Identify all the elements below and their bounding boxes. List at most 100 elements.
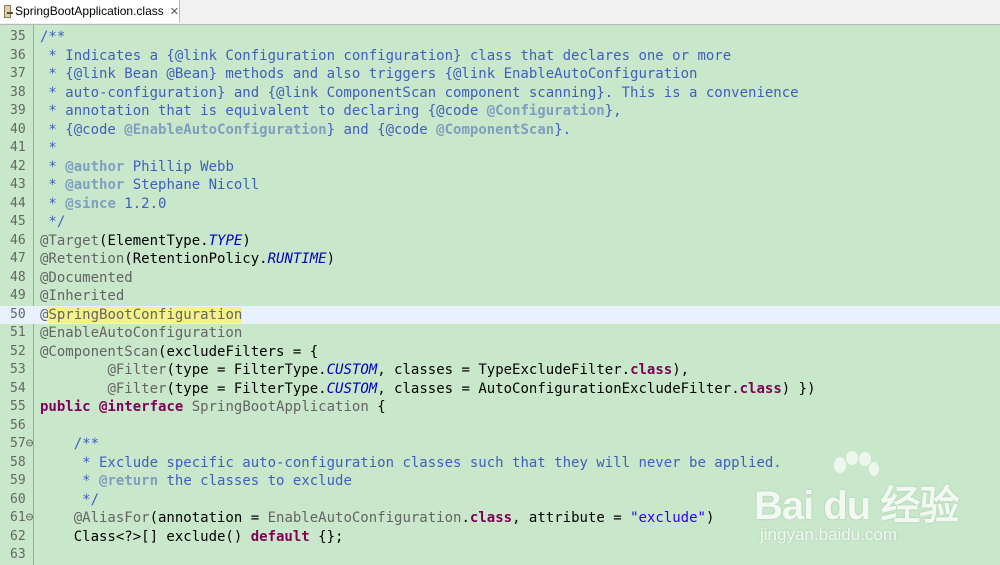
- code-text: /**: [40, 28, 65, 47]
- code-token: (RetentionPolicy.: [124, 251, 268, 267]
- line-number: 47: [10, 251, 26, 266]
- code-line[interactable]: 56: [0, 417, 1000, 436]
- code-token: @interface: [99, 399, 184, 415]
- code-token: ): [705, 510, 715, 526]
- line-number: 42: [10, 158, 26, 174]
- code-token: EnableAutoConfiguration: [267, 510, 462, 526]
- code-text: @Filter(type = FilterType.CUSTOM, classe…: [40, 361, 689, 380]
- code-token: * annotation that is equivalent to decla…: [40, 103, 487, 119]
- close-icon[interactable]: ✕: [170, 5, 179, 18]
- code-text: *: [40, 139, 56, 158]
- line-number: 44: [10, 195, 26, 211]
- code-line[interactable]: 35 /**: [0, 28, 1000, 47]
- code-line[interactable]: 54 @Filter(type = FilterType.CUSTOM, cla…: [0, 380, 1000, 399]
- line-number: 45: [10, 214, 26, 229]
- code-line[interactable]: 49 @Inherited: [0, 287, 1000, 306]
- code-text: @SpringBootConfiguration: [40, 306, 243, 325]
- code-line[interactable]: 44 * @since 1.2.0: [0, 195, 1000, 214]
- code-token: @Configuration: [486, 103, 605, 119]
- code-token: *: [40, 177, 66, 193]
- code-line[interactable]: 51 @EnableAutoConfiguration: [0, 324, 1000, 343]
- code-line[interactable]: 47 @Retention(RetentionPolicy.RUNTIME): [0, 250, 1000, 269]
- code-token: ),: [672, 362, 690, 378]
- line-number: 39: [10, 103, 26, 118]
- code-token: TYPE: [208, 232, 243, 249]
- line-number: 58: [10, 454, 26, 470]
- code-line[interactable]: 38 * auto-configuration} and {@link Comp…: [0, 84, 1000, 103]
- code-text: @AliasFor(annotation = EnableAutoConfigu…: [40, 509, 715, 528]
- code-line[interactable]: 43 * @author Stephane Nicoll: [0, 176, 1000, 195]
- code-line[interactable]: 40 * {@code @EnableAutoConfiguration} an…: [0, 121, 1000, 140]
- code-token: {};: [309, 528, 344, 545]
- code-line[interactable]: 42 * @author Phillip Webb: [0, 158, 1000, 177]
- tab-label: SpringBootApplication.class: [15, 4, 164, 18]
- code-token: @author: [65, 177, 125, 193]
- code-line[interactable]: 36 * Indicates a {@link Configuration co…: [0, 47, 1000, 66]
- editor-tab-bar: SpringBootApplication.class ✕: [0, 0, 1000, 25]
- watermark-url: jingyan.baidu.com: [760, 525, 898, 544]
- code-token: */: [40, 214, 66, 230]
- watermark-logo-text: Bai du 经验: [754, 484, 959, 528]
- line-number: 59: [10, 473, 26, 488]
- code-line[interactable]: 53 @Filter(type = FilterType.CUSTOM, cla…: [0, 361, 1000, 380]
- code-token: (type = FilterType.: [166, 380, 327, 397]
- code-token: class: [630, 362, 673, 378]
- code-text: * @return the classes to exclude: [40, 472, 352, 491]
- code-text: * @author Phillip Webb: [40, 158, 234, 177]
- code-text: /**: [40, 435, 99, 454]
- code-line[interactable]: 39 * annotation that is equivalent to de…: [0, 102, 1000, 121]
- code-token: @Inherited: [40, 288, 125, 304]
- code-text: @Documented: [40, 269, 133, 288]
- code-line[interactable]: 45 */: [0, 213, 1000, 232]
- code-text: * {@link Bean @Bean} methods and also tr…: [40, 65, 697, 84]
- code-line[interactable]: 50 @SpringBootConfiguration: [0, 305, 1000, 325]
- line-number: 61⊖: [10, 510, 34, 525]
- code-token: , attribute =: [512, 510, 631, 526]
- line-number: 40: [10, 121, 26, 137]
- code-text: * @author Stephane Nicoll: [40, 176, 259, 195]
- code-line[interactable]: 37 * {@link Bean @Bean} methods and also…: [0, 65, 1000, 84]
- code-token: CUSTOM: [326, 362, 378, 378]
- code-token: /**: [73, 436, 100, 452]
- code-token: , classes = AutoConfigurationExcludeFilt…: [377, 380, 740, 397]
- code-line[interactable]: 55 public @interface SpringBootApplicatio…: [0, 398, 1000, 417]
- tab-springbootapplication-class[interactable]: SpringBootApplication.class ✕: [0, 0, 180, 23]
- code-token: {: [368, 399, 386, 415]
- code-token: @Documented: [40, 269, 133, 286]
- code-token: RUNTIME: [267, 251, 327, 267]
- code-token: SpringBootApplication: [191, 399, 369, 415]
- code-token: * Indicates a {@link Configuration confi…: [40, 47, 732, 64]
- code-token: }.: [554, 121, 572, 138]
- baidu-jingyan-watermark: Bai du 经验 jingyan.baidu.com: [754, 451, 984, 551]
- line-number: 60: [10, 491, 26, 507]
- code-line[interactable]: 48 @Documented: [0, 269, 1000, 288]
- code-token: @AliasFor: [73, 510, 150, 526]
- code-token: /**: [40, 29, 66, 45]
- code-token: @EnableAutoConfiguration: [124, 121, 327, 138]
- code-token: Phillip Webb: [124, 158, 234, 175]
- code-token: default: [250, 528, 310, 545]
- code-token: 1.2.0: [115, 195, 167, 212]
- code-token: @author: [65, 158, 125, 175]
- line-number: 56: [10, 417, 26, 433]
- code-line[interactable]: 46 @Target(ElementType.TYPE): [0, 232, 1000, 251]
- code-token: @return: [99, 473, 159, 489]
- line-number: 51: [10, 325, 26, 340]
- line-number: 62: [10, 528, 26, 544]
- line-number: 55: [10, 399, 26, 414]
- code-text: @Target(ElementType.TYPE): [40, 232, 251, 251]
- code-text: * Exclude specific auto-configuration cl…: [40, 454, 782, 473]
- line-number: 48: [10, 269, 26, 285]
- code-token: "exclude": [630, 510, 706, 526]
- code-line[interactable]: 41 *: [0, 139, 1000, 158]
- line-number: 49: [10, 288, 26, 303]
- code-line[interactable]: 52 @ComponentScan(excludeFilters = {: [0, 343, 1000, 362]
- code-token: * auto-configuration} and {@link Compone…: [40, 84, 799, 101]
- line-number: 53: [10, 362, 26, 377]
- line-number: 46: [10, 232, 26, 248]
